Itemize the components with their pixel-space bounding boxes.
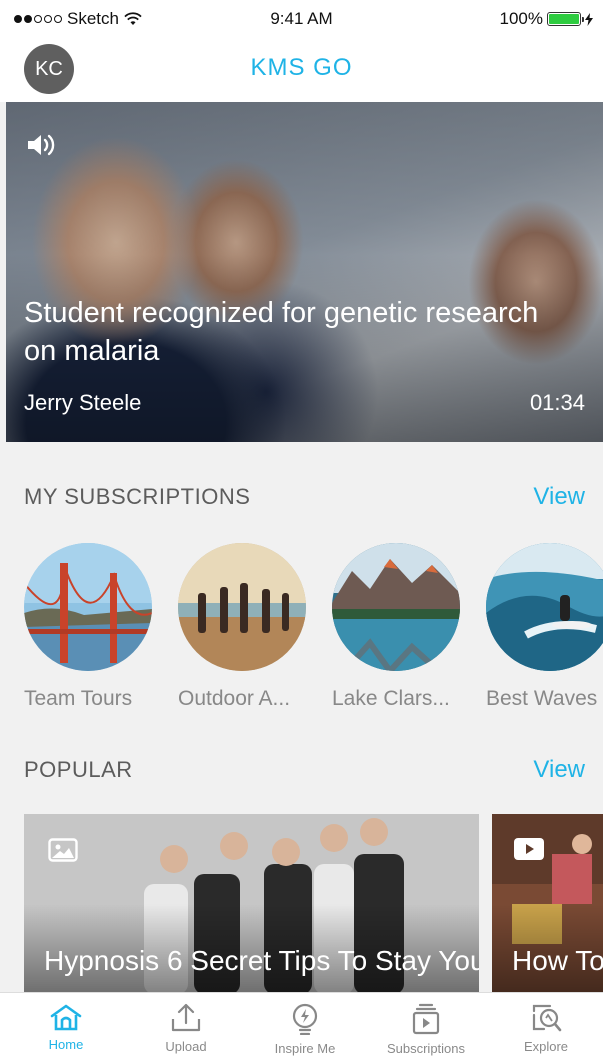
hero-author: Jerry Steele (24, 390, 142, 415)
tab-label: Subscriptions (386, 1041, 466, 1056)
subscriptions-icon (412, 1003, 440, 1035)
tab-label: Inspire Me (274, 1041, 336, 1056)
tab-label: Explore (523, 1039, 569, 1054)
tab-home[interactable]: Home (6, 993, 126, 1064)
tab-label: Upload (165, 1039, 207, 1054)
tab-subscriptions[interactable]: Subscriptions (366, 993, 486, 1064)
subscription-label: Best Waves (486, 687, 598, 710)
subscriptions-view-link[interactable]: View (533, 483, 585, 511)
battery-icon (547, 12, 584, 26)
tab-explore[interactable]: Explore (486, 993, 603, 1064)
hero-duration: 01:34 (529, 390, 585, 415)
popular-card[interactable]: Hypnosis 6 Secret Tips To Stay Young For… (24, 814, 479, 994)
hero-video[interactable]: Student recognized for genetic research … (6, 102, 603, 442)
popular-title: POPULAR (24, 757, 133, 782)
app-header: KC KMS GO (0, 36, 603, 102)
subscription-item-outdoor[interactable]: Outdoor A... (178, 543, 306, 710)
hero-title[interactable]: Student recognized for genetic research … (24, 294, 544, 370)
subscription-item-waves[interactable]: Best Waves (486, 543, 603, 710)
charging-bolt-icon (585, 12, 593, 26)
tab-inspire-me[interactable]: Inspire Me (245, 993, 365, 1064)
status-bar: Sketch 9:41 AM 100% (0, 0, 603, 36)
tab-upload[interactable]: Upload (126, 993, 246, 1064)
battery-status: 100% (500, 9, 593, 29)
beach-friends-thumbnail (178, 543, 306, 671)
home-icon (50, 1004, 82, 1031)
speaker-icon[interactable] (26, 132, 62, 158)
tab-bar: Home Upload Inspire Me Subscriptions Exp… (0, 992, 603, 1064)
subscription-label: Team Tours (24, 687, 133, 710)
subscription-item-team-tours[interactable]: Team Tours (24, 543, 152, 710)
popular-card-title: How To Exercise (512, 945, 603, 976)
popular-view-link[interactable]: View (533, 756, 585, 784)
upload-icon (171, 1003, 201, 1032)
subscription-label: Outdoor A... (178, 687, 291, 710)
lightbulb-icon (292, 1003, 318, 1035)
subscription-item-lake[interactable]: Lake Clars... (332, 543, 460, 710)
battery-percent: 100% (499, 9, 543, 28)
mountain-lake-thumbnail (332, 543, 460, 671)
explore-search-icon (532, 1004, 562, 1032)
subscriptions-title: MY SUBSCRIPTIONS (24, 484, 251, 509)
subscription-label: Lake Clars... (332, 687, 450, 710)
popular-card[interactable]: How To Exercise (492, 814, 603, 994)
tab-label: Home (48, 1037, 84, 1052)
surfer-wave-thumbnail (486, 543, 603, 671)
app-title: KMS GO (250, 54, 353, 81)
popular-card-title: Hypnosis 6 Secret Tips To Stay Young For… (44, 945, 479, 976)
golden-gate-bridge-thumbnail (24, 543, 152, 671)
image-icon (48, 838, 78, 862)
video-icon (514, 838, 544, 860)
